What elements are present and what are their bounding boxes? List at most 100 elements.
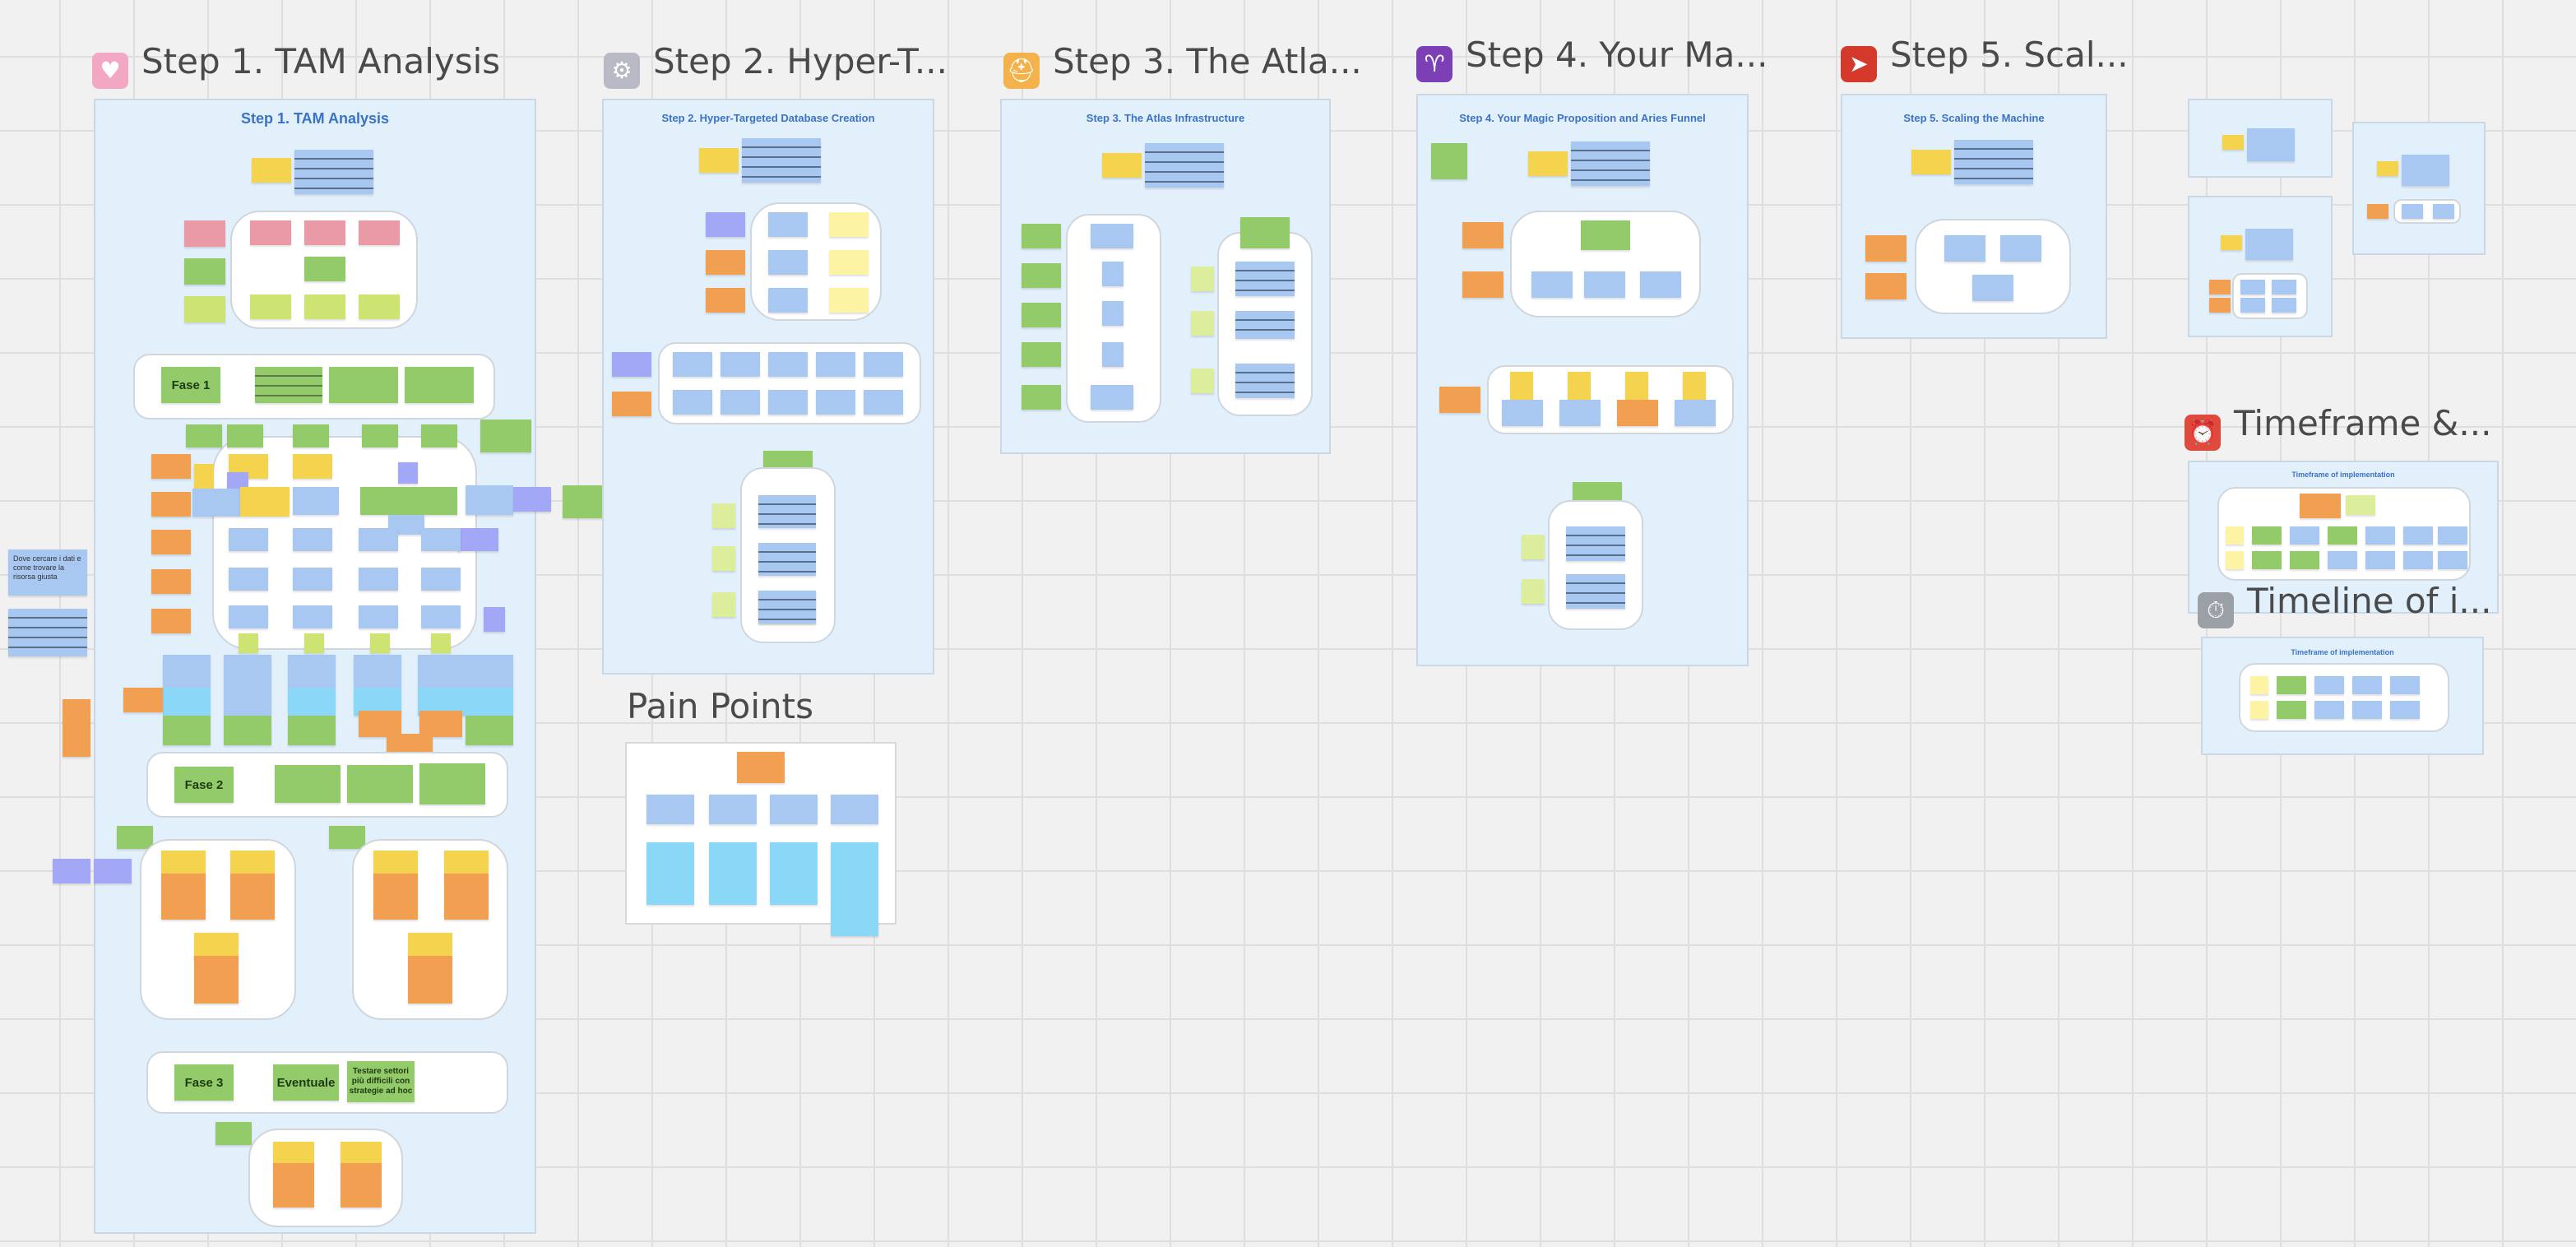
sticky-note[interactable] (117, 826, 153, 849)
sticky-note-text[interactable] (758, 591, 816, 624)
sticky-note[interactable] (1102, 301, 1124, 326)
sticky-note[interactable] (737, 752, 785, 783)
sticky-note[interactable] (2403, 526, 2433, 545)
sticky-note[interactable] (186, 424, 222, 447)
sticky-note[interactable] (612, 352, 651, 377)
sticky-note[interactable] (2222, 135, 2244, 150)
sticky-note[interactable] (354, 655, 401, 688)
sticky-note-text[interactable] (1235, 364, 1295, 398)
sticky-note[interactable] (484, 607, 505, 632)
sticky-note[interactable] (2290, 526, 2319, 545)
sticky-note[interactable] (709, 795, 757, 824)
phase-label-fase1[interactable]: Fase 1 (161, 367, 220, 403)
sticky-note[interactable] (1022, 224, 1061, 248)
sticky-note[interactable] (2000, 235, 2041, 262)
sticky-note[interactable] (273, 1142, 314, 1165)
sticky-note[interactable] (2272, 298, 2296, 313)
sticky-note[interactable] (293, 454, 332, 479)
frame-title-step1[interactable]: ♥ Step 1. TAM Analysis (92, 44, 500, 89)
sticky-note[interactable] (829, 288, 869, 313)
sticky-note[interactable] (398, 462, 418, 484)
sticky-note[interactable] (431, 633, 451, 653)
frame-title-pain-points[interactable]: Pain Points (627, 689, 813, 724)
sticky-note-text[interactable] (294, 150, 373, 194)
sticky-note[interactable] (1431, 143, 1467, 179)
sticky-note[interactable] (240, 487, 290, 517)
sticky-note[interactable] (2390, 701, 2420, 719)
sticky-note[interactable] (2367, 204, 2388, 219)
sticky-note[interactable] (1972, 275, 2013, 301)
sticky-note[interactable] (408, 956, 452, 1004)
sticky-note[interactable] (230, 851, 275, 875)
frame-title-timeline[interactable]: ⏱ Timeline of i... (2198, 584, 2492, 628)
sticky-note[interactable] (1675, 400, 1716, 426)
sticky-note[interactable] (151, 569, 191, 594)
sticky-note[interactable] (1091, 385, 1133, 410)
sticky-note[interactable] (123, 688, 163, 712)
sticky-note[interactable] (1640, 271, 1681, 298)
sticky-note[interactable] (1510, 372, 1533, 400)
sticky-note[interactable] (1191, 369, 1214, 393)
sticky-note[interactable] (646, 842, 694, 905)
sticky-note[interactable] (192, 489, 240, 517)
sticky-note[interactable] (2250, 701, 2268, 719)
sticky-note[interactable] (2221, 235, 2242, 250)
sticky-note[interactable] (347, 765, 413, 803)
sticky-note[interactable] (63, 699, 90, 757)
sticky-note[interactable] (252, 158, 291, 183)
sticky-note[interactable] (1528, 151, 1568, 176)
sticky-note[interactable] (421, 528, 461, 551)
sticky-note[interactable] (768, 352, 808, 377)
sticky-note[interactable] (304, 220, 345, 245)
sticky-note[interactable] (329, 826, 365, 849)
frame-title-timeframe[interactable]: ⏰ Timeframe &... (2185, 406, 2491, 451)
sticky-note[interactable] (2209, 298, 2231, 313)
sticky-note[interactable] (2290, 551, 2319, 569)
sticky-note[interactable] (831, 795, 878, 824)
sticky-note[interactable] (304, 633, 324, 653)
sticky-note[interactable] (421, 568, 461, 591)
sticky-note[interactable] (2346, 495, 2375, 515)
sticky-note-text[interactable] (255, 367, 322, 403)
sticky-note[interactable] (1102, 262, 1124, 286)
sticky-note[interactable] (1522, 535, 1545, 559)
sticky-note[interactable] (184, 220, 225, 247)
sticky-note[interactable] (229, 568, 268, 591)
sticky-note[interactable] (673, 352, 712, 377)
sticky-note[interactable] (720, 352, 760, 377)
sticky-note[interactable] (1584, 271, 1625, 298)
sticky-note[interactable] (151, 609, 191, 633)
sticky-note[interactable] (1531, 271, 1573, 298)
phase-fase3-note[interactable]: Testare settori più difficili con strate… (347, 1061, 415, 1102)
sticky-note[interactable] (864, 390, 903, 415)
sticky-note[interactable] (304, 294, 345, 319)
sticky-note-text[interactable] (1235, 311, 1295, 339)
sticky-note[interactable] (275, 765, 341, 803)
sticky-note[interactable] (359, 220, 400, 245)
sticky-note[interactable] (359, 294, 400, 319)
sticky-note[interactable] (151, 530, 191, 554)
sticky-note-text[interactable] (758, 543, 816, 576)
sticky-note[interactable] (1022, 385, 1061, 410)
sticky-note[interactable] (273, 1163, 314, 1208)
sticky-note[interactable] (288, 655, 336, 688)
sticky-note[interactable] (1911, 150, 1951, 174)
sticky-note[interactable] (2438, 551, 2467, 569)
sticky-note[interactable] (2250, 676, 2268, 694)
sticky-note[interactable] (699, 148, 739, 173)
sticky-note[interactable] (419, 763, 485, 804)
sticky-note[interactable] (421, 424, 457, 447)
frame-bonus-3[interactable] (2352, 122, 2486, 255)
sticky-note[interactable] (194, 933, 239, 957)
sticky-note[interactable] (1865, 235, 1907, 262)
sticky-note[interactable] (229, 605, 268, 628)
sticky-note[interactable] (2209, 280, 2231, 294)
sticky-note[interactable] (1102, 153, 1142, 178)
card-timeline[interactable] (2239, 663, 2449, 732)
sticky-note[interactable] (194, 956, 239, 1004)
sticky-note[interactable] (215, 1122, 252, 1145)
sticky-note[interactable] (2352, 676, 2382, 694)
sticky-note[interactable] (408, 933, 452, 957)
sticky-note[interactable] (706, 288, 745, 313)
sticky-note[interactable] (646, 795, 694, 824)
